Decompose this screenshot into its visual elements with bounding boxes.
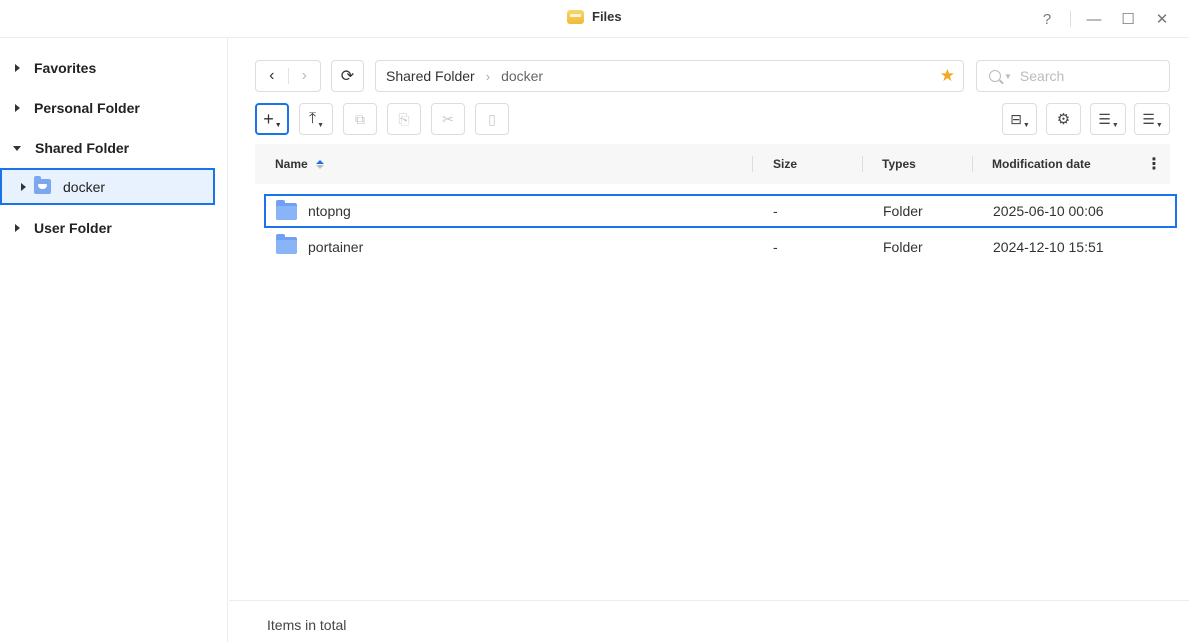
paste-button[interactable]: ⎘ (387, 103, 421, 135)
column-header-label: Name (275, 157, 308, 171)
expand-arrow-icon[interactable] (15, 224, 20, 232)
toolbox-icon: ⊟ (1010, 110, 1022, 127)
maximize-icon[interactable]: ☐ (1117, 8, 1139, 30)
expand-arrow-icon[interactable] (15, 104, 20, 112)
status-bar: Items in total (229, 600, 1189, 642)
help-icon[interactable]: ? (1036, 8, 1058, 30)
sidebar-item-label: User Folder (34, 220, 112, 236)
sidebar: Favorites Personal Folder Shared Folder … (0, 38, 228, 642)
expand-arrow-icon[interactable] (21, 182, 26, 191)
expand-arrow-icon[interactable] (15, 64, 20, 72)
files-app-icon (567, 9, 584, 24)
forward-button[interactable]: › (288, 61, 320, 91)
caret-down-icon: ▼ (1022, 121, 1030, 129)
favorite-star-icon[interactable]: ★ (940, 66, 955, 86)
caret-down-icon: ▼ (1111, 121, 1119, 129)
breadcrumb-docker[interactable]: docker (501, 68, 543, 84)
controls-divider (1070, 11, 1071, 27)
file-name: ntopng (308, 203, 351, 219)
column-header-size[interactable]: Size (773, 144, 797, 184)
table-row[interactable]: ntopng - Folder 2025-06-10 00:06 (264, 194, 1177, 228)
more-options-icon[interactable]: ⋮ (1146, 154, 1162, 174)
table-row[interactable]: portainer - Folder 2024-12-10 15:51 (266, 230, 1179, 264)
sidebar-item-label: Favorites (34, 60, 97, 76)
sidebar-item-personal-folder[interactable]: Personal Folder (0, 90, 228, 126)
minimize-icon[interactable]: — (1083, 8, 1105, 30)
tools-button[interactable]: ⊟ ▼ (1002, 103, 1037, 135)
column-divider[interactable] (752, 156, 753, 172)
view-mode-button[interactable]: ☰ ▼ (1090, 103, 1126, 135)
file-type: Folder (883, 203, 923, 219)
sidebar-item-shared-folder[interactable]: Shared Folder (0, 130, 228, 166)
folder-icon (276, 234, 297, 254)
column-divider[interactable] (862, 156, 863, 172)
main-panel: ‹ › ⟳ Shared Folder › docker ★ ▼ +▼ ⤒▼ ⧉… (229, 38, 1189, 642)
properties-button[interactable]: ▯ (475, 103, 509, 135)
file-type: Folder (883, 239, 923, 255)
window-title-group: Files (567, 9, 622, 24)
create-button[interactable]: + ▼ (255, 103, 289, 135)
sidebar-item-docker[interactable]: docker (0, 168, 215, 205)
search-icon[interactable] (989, 70, 1001, 82)
plus-icon: + (263, 108, 274, 129)
caret-down-icon: ▼ (274, 121, 282, 129)
docker-folder-icon (34, 176, 51, 194)
collapse-arrow-icon[interactable] (13, 145, 21, 151)
sidebar-item-label: Personal Folder (34, 100, 140, 116)
sort-ascending-icon[interactable] (315, 159, 324, 169)
items-total-label: Items in total (267, 617, 347, 633)
caret-down-icon: ▼ (317, 121, 324, 129)
sidebar-item-user-folder[interactable]: User Folder (0, 210, 228, 246)
table-header: Name Size Types Modification date ⋮ (255, 144, 1170, 184)
sidebar-item-favorites[interactable]: Favorites (0, 50, 228, 86)
column-header-modification-date[interactable]: Modification date (992, 144, 1091, 184)
file-modified: 2025-06-10 00:06 (993, 203, 1104, 219)
close-icon[interactable]: ✕ (1151, 8, 1173, 30)
sidebar-item-label: docker (63, 178, 106, 195)
sort-icon: ☰ (1142, 110, 1155, 127)
breadcrumb-shared-folder[interactable]: Shared Folder (386, 68, 475, 84)
navigation-buttons: ‹ › (255, 60, 321, 92)
file-modified: 2024-12-10 15:51 (993, 239, 1104, 255)
column-header-label: Size (773, 157, 798, 171)
window-title: Files (592, 9, 622, 24)
chevron-right-icon: › (485, 68, 491, 84)
copy-button[interactable]: ⧉ (343, 103, 377, 135)
column-header-label: Modification date (992, 157, 1091, 171)
search-options-caret-icon[interactable]: ▼ (1004, 72, 1012, 81)
refresh-button[interactable]: ⟳ (331, 60, 364, 92)
back-button[interactable]: ‹ (256, 61, 288, 91)
file-size: - (773, 203, 778, 219)
title-bar: Files ? — ☐ ✕ (0, 0, 1189, 38)
upload-button[interactable]: ⤒ ▼ (299, 103, 333, 135)
column-header-name[interactable]: Name (275, 144, 324, 184)
cut-button[interactable]: ✂ (431, 103, 465, 135)
column-divider[interactable] (972, 156, 973, 172)
search-box[interactable]: ▼ (976, 60, 1170, 92)
file-size: - (773, 239, 778, 255)
settings-button[interactable]: ⚙ (1046, 103, 1081, 135)
search-input[interactable] (1019, 68, 1160, 84)
file-name: portainer (308, 239, 364, 255)
window-controls: ? — ☐ ✕ (1024, 8, 1173, 30)
upload-icon: ⤒ (308, 110, 317, 127)
list-view-icon: ☰ (1098, 110, 1111, 127)
column-header-label: Types (882, 157, 916, 171)
column-header-types[interactable]: Types (882, 144, 916, 184)
breadcrumb: Shared Folder › docker ★ (375, 60, 964, 92)
sort-button[interactable]: ☰ ▼ (1134, 103, 1170, 135)
folder-icon (276, 200, 297, 220)
sidebar-item-label: Shared Folder (35, 140, 130, 156)
caret-down-icon: ▼ (1155, 121, 1163, 129)
